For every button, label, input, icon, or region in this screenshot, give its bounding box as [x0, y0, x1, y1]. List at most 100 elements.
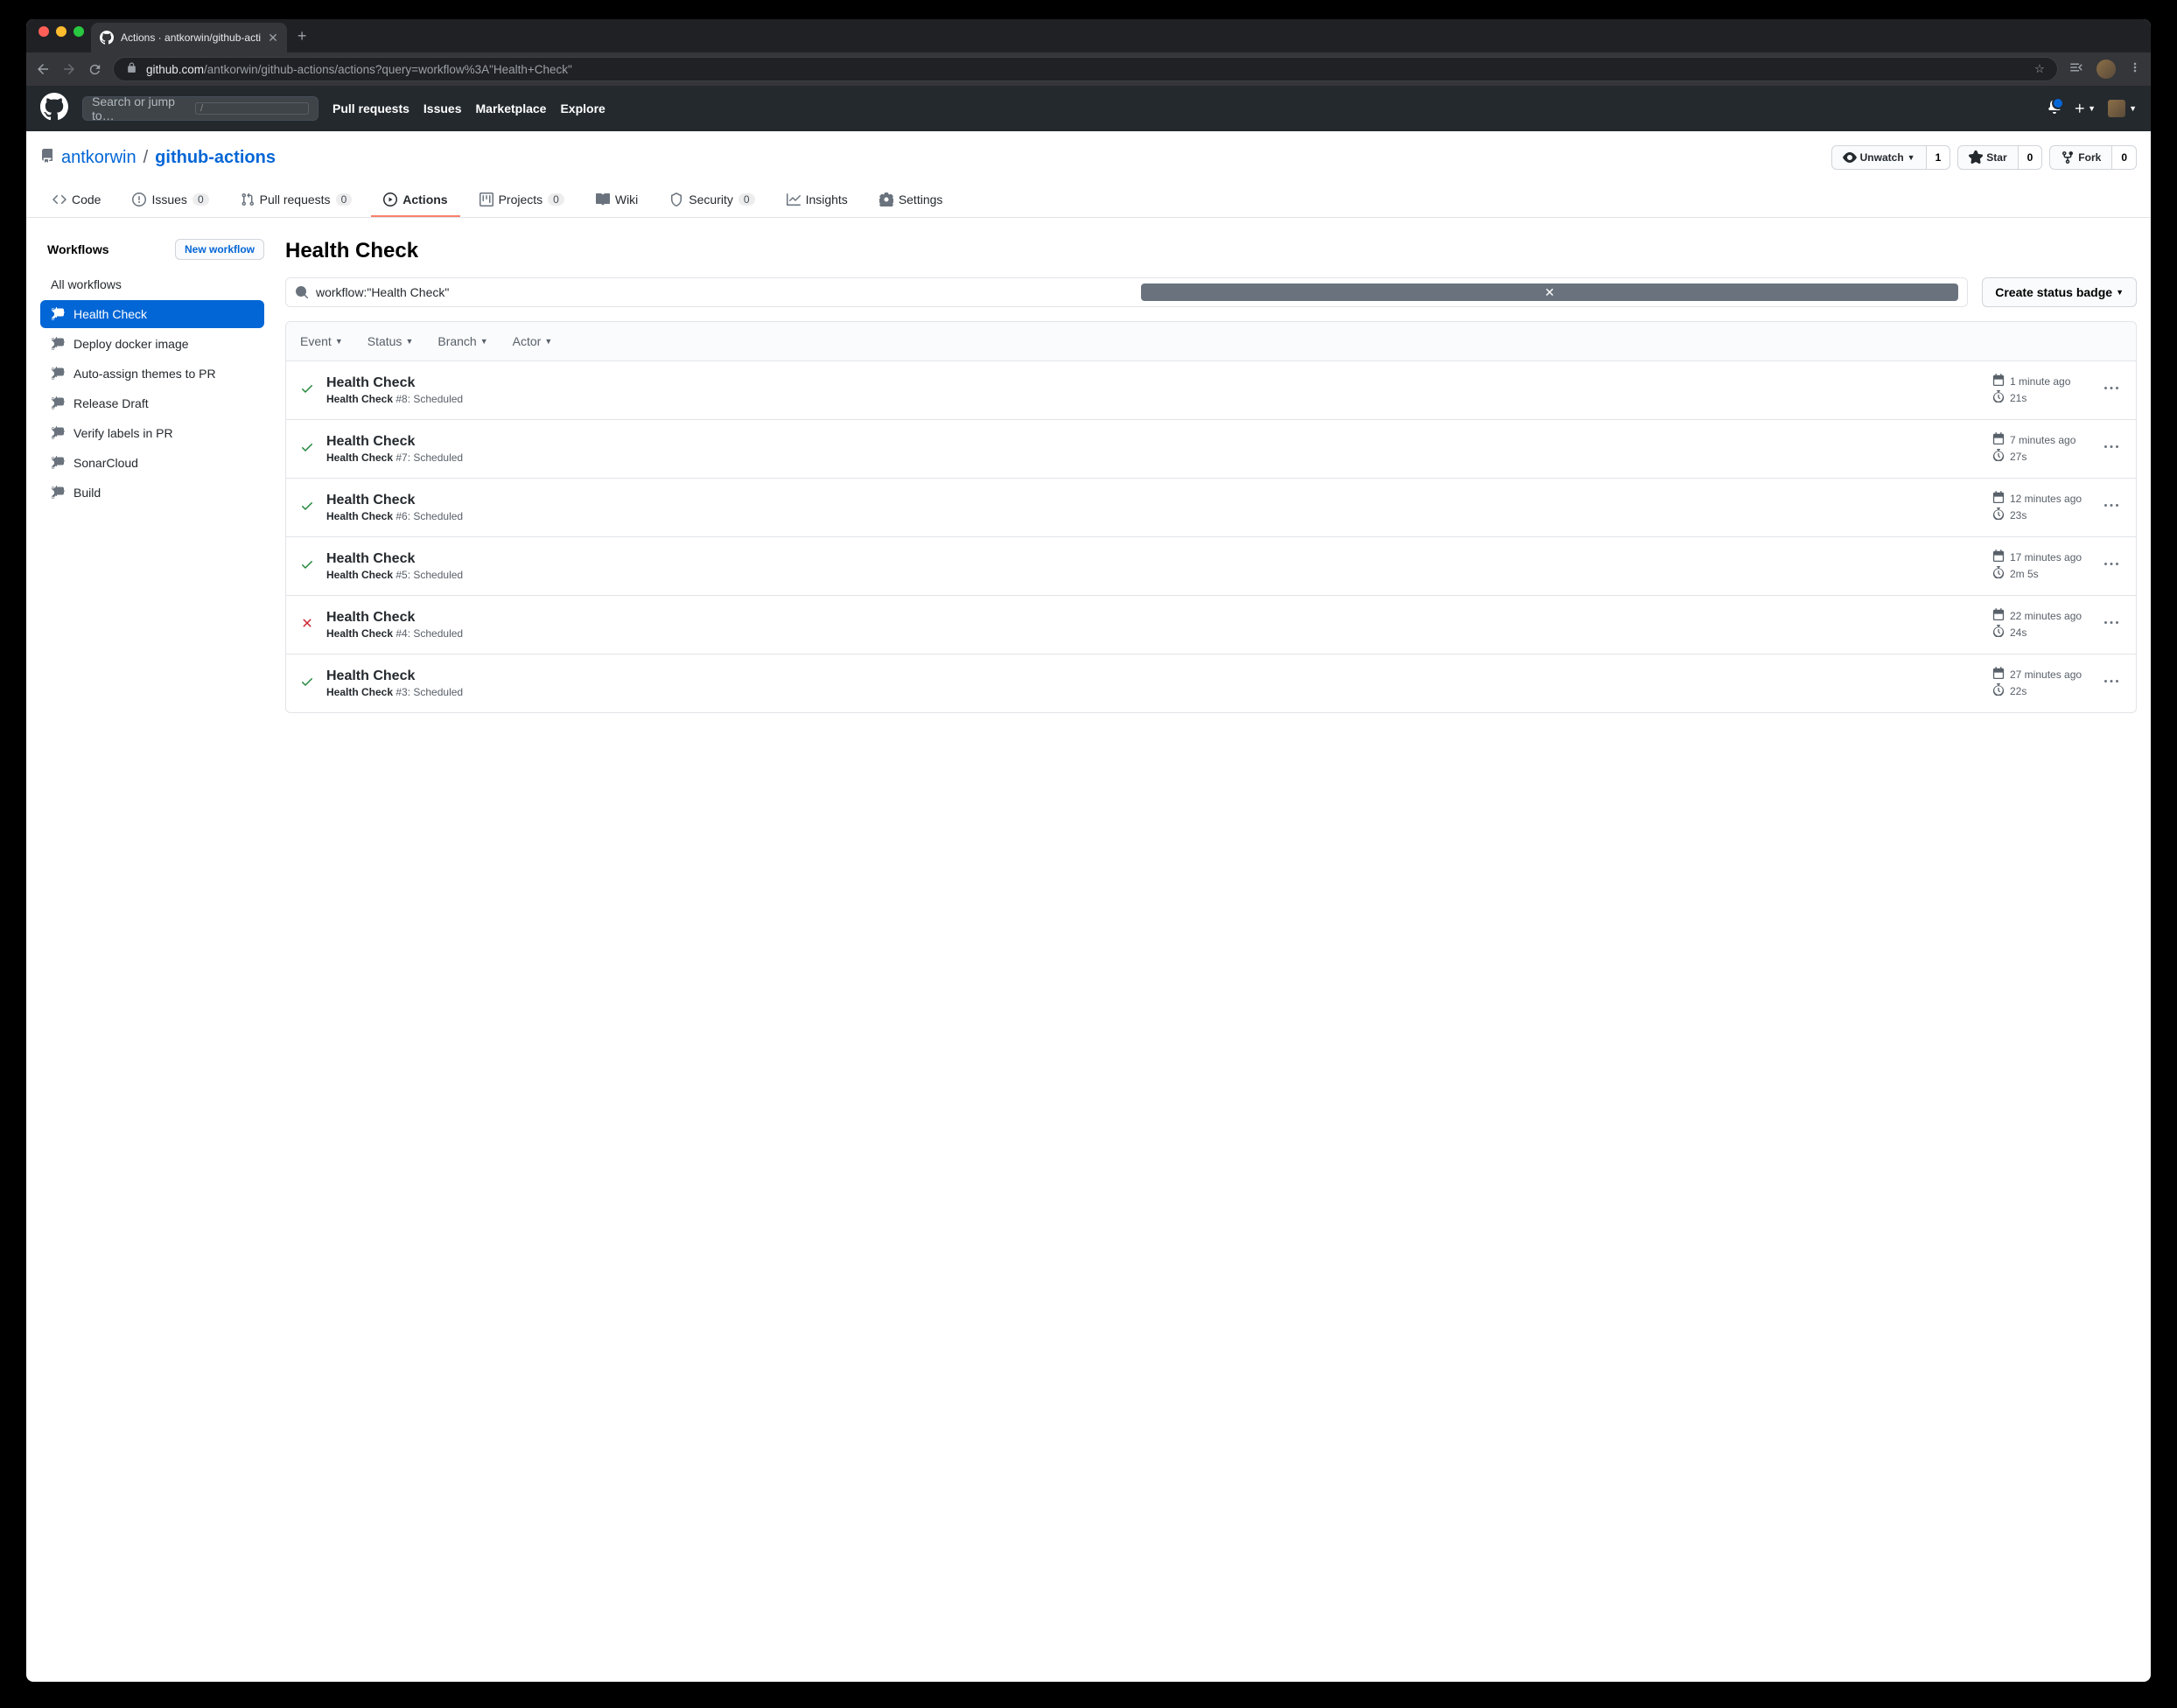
github-header-right: ▼ ▼ [2048, 100, 2137, 118]
sidebar-workflow-item[interactable]: SonarCloud [40, 449, 264, 477]
star-button[interactable]: Star [1957, 145, 2018, 170]
search-placeholder: Search or jump to… [92, 94, 195, 122]
forward-button[interactable] [61, 61, 77, 77]
run-row[interactable]: Health CheckHealth Check #4: Scheduled22… [286, 596, 2136, 654]
lock-icon [126, 62, 137, 76]
notifications-bell-icon[interactable] [2048, 100, 2062, 118]
tab-strip: Actions · antkorwin/github-acti ✕ + [26, 19, 2151, 52]
sidebar-workflow-item[interactable]: Build [40, 479, 264, 507]
fork-button[interactable]: Fork [2049, 145, 2112, 170]
browser-tab[interactable]: Actions · antkorwin/github-acti ✕ [91, 23, 287, 52]
run-menu-button[interactable] [2101, 612, 2122, 638]
run-info: Health CheckHealth Check #5: Scheduled [326, 551, 1980, 581]
repo-header: antkorwin / github-actions Unwatch ▼ 1 S… [26, 131, 2151, 218]
run-subtitle: Health Check #8: Scheduled [326, 393, 1980, 405]
tab-pull-requests[interactable]: Pull requests0 [228, 184, 365, 217]
address-bar: github.com/antkorwin/github-actions/acti… [26, 52, 2151, 86]
github-search-input[interactable]: Search or jump to… / [82, 96, 318, 121]
sidebar-workflow-item[interactable]: Auto-assign themes to PR [40, 360, 264, 388]
close-tab-button[interactable]: ✕ [268, 31, 278, 46]
sidebar-title: Workflows [47, 242, 109, 256]
github-logo-icon[interactable] [40, 93, 68, 125]
workflows-sidebar: Workflows New workflow All workflows Hea… [40, 239, 264, 713]
tab-security[interactable]: Security0 [657, 184, 766, 217]
tab-settings[interactable]: Settings [867, 184, 956, 217]
back-button[interactable] [35, 61, 51, 77]
filter-event[interactable]: Event ▼ [300, 334, 343, 348]
user-menu[interactable]: ▼ [2108, 100, 2137, 117]
repo-title: antkorwin / github-actions [40, 148, 276, 168]
watch-count[interactable]: 1 [1927, 145, 1951, 170]
sidebar-workflow-item[interactable]: Deploy docker image [40, 330, 264, 358]
run-meta: 12 minutes ago23s [1992, 491, 2089, 524]
sidebar-workflow-item[interactable]: Verify labels in PR [40, 419, 264, 447]
tab-projects[interactable]: Projects0 [467, 184, 577, 217]
unwatch-button[interactable]: Unwatch ▼ [1831, 145, 1927, 170]
nav-marketplace[interactable]: Marketplace [476, 102, 547, 116]
minimize-window-button[interactable] [56, 26, 66, 37]
run-menu-button[interactable] [2101, 437, 2122, 462]
run-info: Health CheckHealth Check #6: Scheduled [326, 493, 1980, 522]
sidebar-all-workflows[interactable]: All workflows [40, 270, 264, 298]
calendar-icon [1992, 608, 2005, 623]
bookmark-star-icon[interactable]: ☆ [2034, 62, 2045, 76]
clear-filter-button[interactable]: ✕ [1141, 284, 1959, 301]
run-info: Health CheckHealth Check #8: Scheduled [326, 375, 1980, 405]
tab-actions[interactable]: Actions [371, 184, 459, 217]
repo-name-link[interactable]: github-actions [155, 148, 276, 168]
tab-code[interactable]: Code [40, 184, 113, 217]
runs-filters: Event ▼ Status ▼ Branch ▼ Actor ▼ [286, 322, 2136, 361]
workflow-filter-input[interactable]: workflow:"Health Check" ✕ [285, 277, 1968, 307]
chrome-settings-icon[interactable] [2068, 60, 2084, 80]
sidebar-workflow-item[interactable]: Release Draft [40, 389, 264, 417]
fork-count[interactable]: 0 [2112, 145, 2137, 170]
tab-insights[interactable]: Insights [774, 184, 860, 217]
run-title: Health Check [326, 668, 1980, 684]
nav-pull-requests[interactable]: Pull requests [332, 102, 410, 116]
run-duration: 24s [1992, 625, 2089, 640]
tab-issues[interactable]: Issues0 [120, 184, 220, 217]
filter-actor[interactable]: Actor ▼ [513, 334, 553, 348]
run-row[interactable]: Health CheckHealth Check #6: Scheduled 12… [286, 479, 2136, 537]
run-row[interactable]: Health CheckHealth Check #7: Scheduled7 … [286, 420, 2136, 479]
filter-status[interactable]: Status ▼ [368, 334, 414, 348]
url-field[interactable]: github.com/antkorwin/github-actions/acti… [113, 57, 2058, 81]
tab-wiki[interactable]: Wiki [584, 184, 650, 217]
create-status-badge-button[interactable]: Create status badge ▼ [1982, 277, 2137, 307]
stopwatch-icon [1992, 508, 2005, 522]
new-tab-button[interactable]: + [287, 27, 318, 46]
check-icon [300, 382, 314, 400]
chrome-menu-button[interactable] [2128, 60, 2142, 79]
run-menu-button[interactable] [2101, 671, 2122, 696]
content: Workflows New workflow All workflows Hea… [26, 218, 2151, 734]
calendar-icon [1992, 667, 2005, 682]
sidebar-item-label: Build [74, 486, 101, 500]
run-menu-button[interactable] [2101, 554, 2122, 579]
sidebar-item-label: Verify labels in PR [74, 426, 173, 440]
new-workflow-button[interactable]: New workflow [175, 239, 264, 260]
run-menu-button[interactable] [2101, 495, 2122, 521]
run-duration: 27s [1992, 449, 2089, 464]
sidebar-workflow-item[interactable]: Health Check [40, 300, 264, 328]
x-icon [300, 616, 314, 634]
run-row[interactable]: Health CheckHealth Check #8: Scheduled1 … [286, 361, 2136, 420]
run-time: 27 minutes ago [1992, 667, 2089, 682]
run-row[interactable]: Health CheckHealth Check #5: Scheduled 17… [286, 537, 2136, 596]
run-row[interactable]: Health CheckHealth Check #3: Scheduled27… [286, 654, 2136, 712]
run-subtitle: Health Check #7: Scheduled [326, 452, 1980, 464]
create-new-dropdown[interactable]: ▼ [2074, 102, 2096, 115]
star-count[interactable]: 0 [2019, 145, 2043, 170]
reload-button[interactable] [88, 62, 102, 77]
run-menu-button[interactable] [2101, 378, 2122, 403]
maximize-window-button[interactable] [74, 26, 84, 37]
run-meta: 17 minutes ago2m 5s [1992, 550, 2089, 583]
nav-explore[interactable]: Explore [560, 102, 605, 116]
run-title: Health Check [326, 434, 1980, 450]
close-window-button[interactable] [38, 26, 49, 37]
filter-branch[interactable]: Branch ▼ [438, 334, 487, 348]
nav-issues[interactable]: Issues [424, 102, 462, 116]
sidebar-item-label: Release Draft [74, 396, 149, 410]
url-text: github.com/antkorwin/github-actions/acti… [146, 63, 2026, 76]
repo-owner-link[interactable]: antkorwin [61, 148, 136, 168]
chrome-profile-avatar[interactable] [2096, 60, 2116, 79]
